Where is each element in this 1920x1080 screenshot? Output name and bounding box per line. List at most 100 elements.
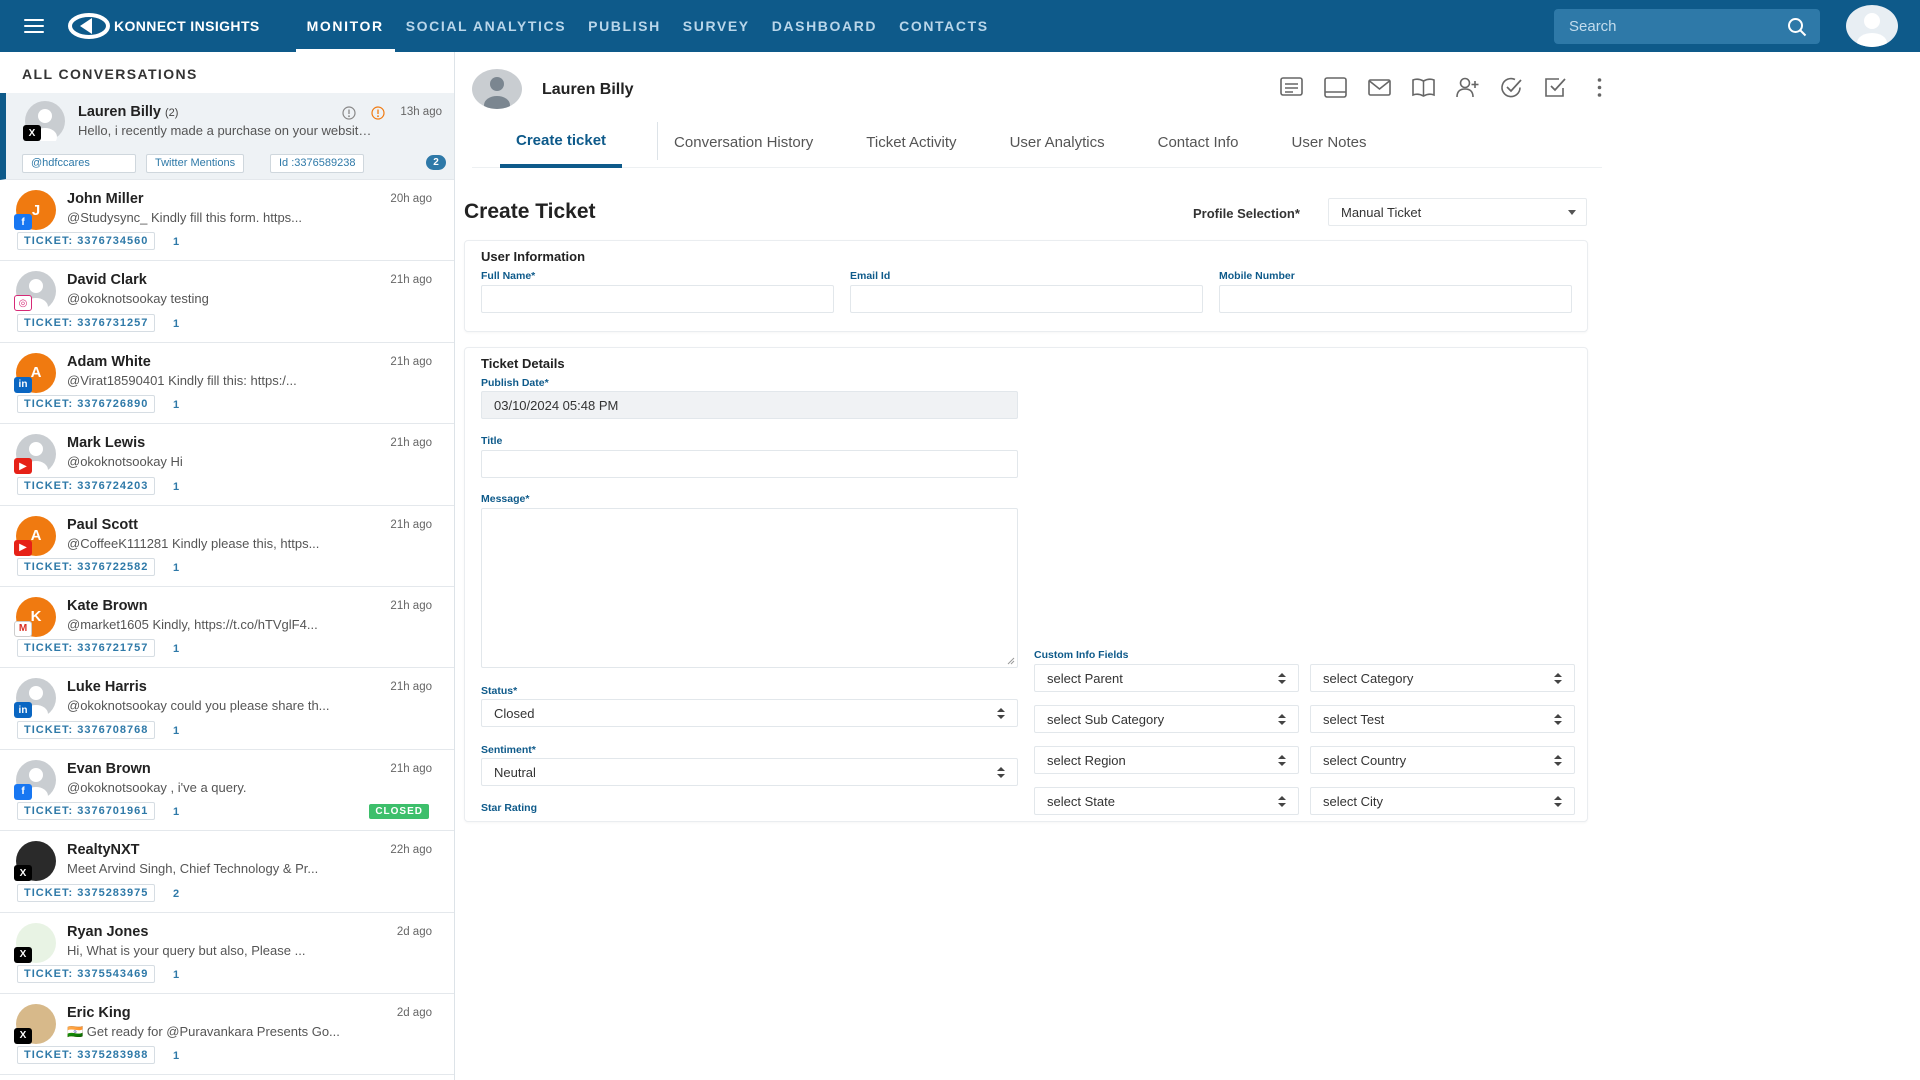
sentiment-label: Sentiment* [481, 744, 536, 756]
ticket-id[interactable]: TICKET: 3375543469 [17, 964, 156, 983]
status-select[interactable]: Closed [481, 699, 1018, 727]
tab-contact-info[interactable]: Contact Info [1158, 116, 1239, 168]
select-test[interactable]: select Test [1310, 705, 1575, 733]
conversation-item[interactable]: Jf John Miller 20h ago @Studysync_ Kindly f… [0, 180, 454, 262]
title-label: Title [481, 435, 503, 447]
tab-conversation-history[interactable]: Conversation History [674, 116, 813, 168]
avatar-initial: A [30, 527, 42, 545]
sentiment-select[interactable]: Neutral [481, 758, 1018, 786]
source-chip[interactable]: Twitter Mentions [146, 154, 245, 173]
user-avatar[interactable] [1846, 5, 1898, 47]
ticket-id[interactable]: TICKET: 3376724203 [17, 476, 156, 495]
nav-publish[interactable]: PUBLISH [577, 0, 672, 52]
nav-monitor[interactable]: MONITOR [295, 0, 395, 52]
ticket-id[interactable]: TICKET: 3376721757 [17, 639, 156, 658]
handle-chip[interactable]: @hdfccares [22, 154, 136, 173]
select-region[interactable]: select Region [1034, 746, 1299, 774]
conversation-item[interactable]: in Luke Harris 21h ago @okoknotsookay could… [0, 668, 454, 750]
nav-dashboard[interactable]: DASHBOARD [761, 0, 888, 52]
conversation-item-active[interactable]: X Lauren Billy (2) 13h ago Hello, i recen… [0, 93, 454, 180]
mobile-label: Mobile Number [1219, 270, 1295, 282]
search-input[interactable] [1569, 18, 1784, 35]
tab-ticket-activity[interactable]: Ticket Activity [866, 116, 956, 168]
status-label: Status* [481, 685, 518, 697]
facebook-icon: f [14, 214, 32, 230]
title-field[interactable] [481, 450, 1018, 478]
nav-survey[interactable]: SURVEY [672, 0, 761, 52]
nav-contacts[interactable]: CONTACTS [888, 0, 1000, 52]
conversation-item[interactable]: f Evan Brown 21h ago @okoknotsookay , i've … [0, 750, 454, 832]
ticket-id[interactable]: TICKET: 3376708768 [17, 720, 156, 739]
conversation-time: 21h ago [390, 599, 432, 612]
conversation-item[interactable]: ◎ David Clark 21h ago @okoknotsookay testin… [0, 261, 454, 343]
conversation-item[interactable]: K M Kate Brown 21h ago @market1605 Kindly, h… [0, 587, 454, 669]
resize-handle-icon[interactable] [1007, 657, 1015, 665]
gmail-icon: M [14, 620, 32, 637]
mail-icon[interactable] [1367, 75, 1392, 100]
tab-user-analytics[interactable]: User Analytics [1010, 116, 1105, 168]
ticket-count: 1 [173, 1050, 180, 1063]
conversation-item[interactable]: ▶ Mark Lewis 21h ago @okoknotsookay Hi TICKE… [0, 424, 454, 506]
logo[interactable]: KONNECT INSIGHTS [68, 13, 260, 39]
conversation-item[interactable]: X Eric King 2d ago 🇮🇳 Get ready for @Purava… [0, 994, 454, 1076]
ticket-id[interactable]: TICKET: 3376731257 [17, 313, 156, 332]
avatar-initial: J [31, 201, 41, 219]
ticket-count: 1 [173, 561, 180, 574]
conversation-item[interactable]: X Ryan Jones 2d ago Hi, What is your query … [0, 913, 454, 994]
email-field[interactable] [850, 285, 1203, 313]
full-name-field[interactable] [481, 285, 834, 313]
add-user-icon[interactable] [1455, 75, 1480, 100]
nav-social-analytics[interactable]: SOCIAL ANALYTICS [395, 0, 577, 52]
conversation-item[interactable]: Ain Adam White 21h ago @Virat18590401 Kindl… [0, 343, 454, 425]
check-circle-icon[interactable] [1499, 75, 1524, 100]
conversation-preview: @okoknotsookay could you please share th… [67, 698, 330, 714]
ticket-id[interactable]: TICKET: 3376734560 [17, 232, 156, 251]
ticket-id[interactable]: TICKET: 3376701961 [17, 802, 156, 821]
conversation-item[interactable]: X RealtyNXT 22h ago Meet Arvind Singh, Chie… [0, 831, 454, 913]
notes-icon[interactable] [1279, 75, 1304, 100]
ticket-id[interactable]: TICKET: 3376722582 [17, 557, 156, 576]
ticket-count: 1 [173, 724, 180, 737]
ticket-count: 1 [173, 317, 180, 330]
menu-icon[interactable] [24, 19, 44, 33]
alert-icon[interactable] [342, 106, 356, 120]
select-parent[interactable]: select Parent [1034, 664, 1299, 692]
ticket-count: 1 [173, 643, 180, 656]
select-category[interactable]: select Category [1310, 664, 1575, 692]
select-parent-text: select Parent [1047, 670, 1123, 686]
select-city[interactable]: select City [1310, 787, 1575, 815]
ticket-count: 2 [173, 887, 180, 900]
select-sub-category[interactable]: select Sub Category [1034, 705, 1299, 733]
ticket-id[interactable]: TICKET: 3375283975 [17, 883, 156, 902]
ticket-id[interactable]: TICKET: 3375283988 [17, 1046, 156, 1065]
message-textarea[interactable] [481, 508, 1018, 668]
tab-create-ticket[interactable]: Create ticket [500, 116, 623, 168]
select-country-text: select Country [1323, 752, 1407, 768]
more-vertical-icon[interactable] [1587, 75, 1612, 100]
conversation-name: Kate Brown [67, 597, 148, 614]
top-navbar: KONNECT INSIGHTS MONITOR SOCIAL ANALYTIC… [0, 0, 1920, 52]
search-icon[interactable] [1787, 17, 1807, 37]
select-country[interactable]: select Country [1310, 746, 1575, 774]
warning-icon[interactable] [371, 106, 385, 120]
conversation-preview: 🇮🇳 Get ready for @Puravankara Presents G… [67, 1023, 340, 1039]
ticket-count: 1 [173, 236, 180, 249]
conversation-item[interactable]: A ▶ Paul Scott 21h ago @CoffeeK111281 Kindly… [0, 506, 454, 587]
conversation-preview: @okoknotsookay testing [67, 291, 209, 307]
id-chip[interactable]: Id :3376589238 [270, 154, 365, 173]
ticket-details-card: Ticket Details Publish Date* 03/10/2024 … [464, 347, 1588, 822]
conversation-time: 21h ago [390, 274, 432, 287]
tab-user-notes[interactable]: User Notes [1292, 116, 1367, 168]
book-icon[interactable] [1411, 75, 1436, 100]
conversation-list-panel: ALL CONVERSATIONS X Lauren Billy (2) 13h … [0, 52, 455, 1080]
select-state[interactable]: select State [1034, 787, 1299, 815]
tablet-icon[interactable] [1323, 75, 1348, 100]
check-square-icon[interactable] [1543, 75, 1568, 100]
profile-selection-dropdown[interactable]: Manual Ticket [1328, 198, 1587, 226]
conversation-name: Lauren Billy (2) [78, 104, 179, 120]
mobile-field[interactable] [1219, 285, 1572, 313]
main-nav: MONITOR SOCIAL ANALYTICS PUBLISH SURVEY … [295, 0, 1000, 52]
publish-date-field[interactable]: 03/10/2024 05:48 PM [481, 391, 1018, 419]
conversation-time: 21h ago [390, 681, 432, 694]
ticket-id[interactable]: TICKET: 3376726890 [17, 395, 156, 414]
